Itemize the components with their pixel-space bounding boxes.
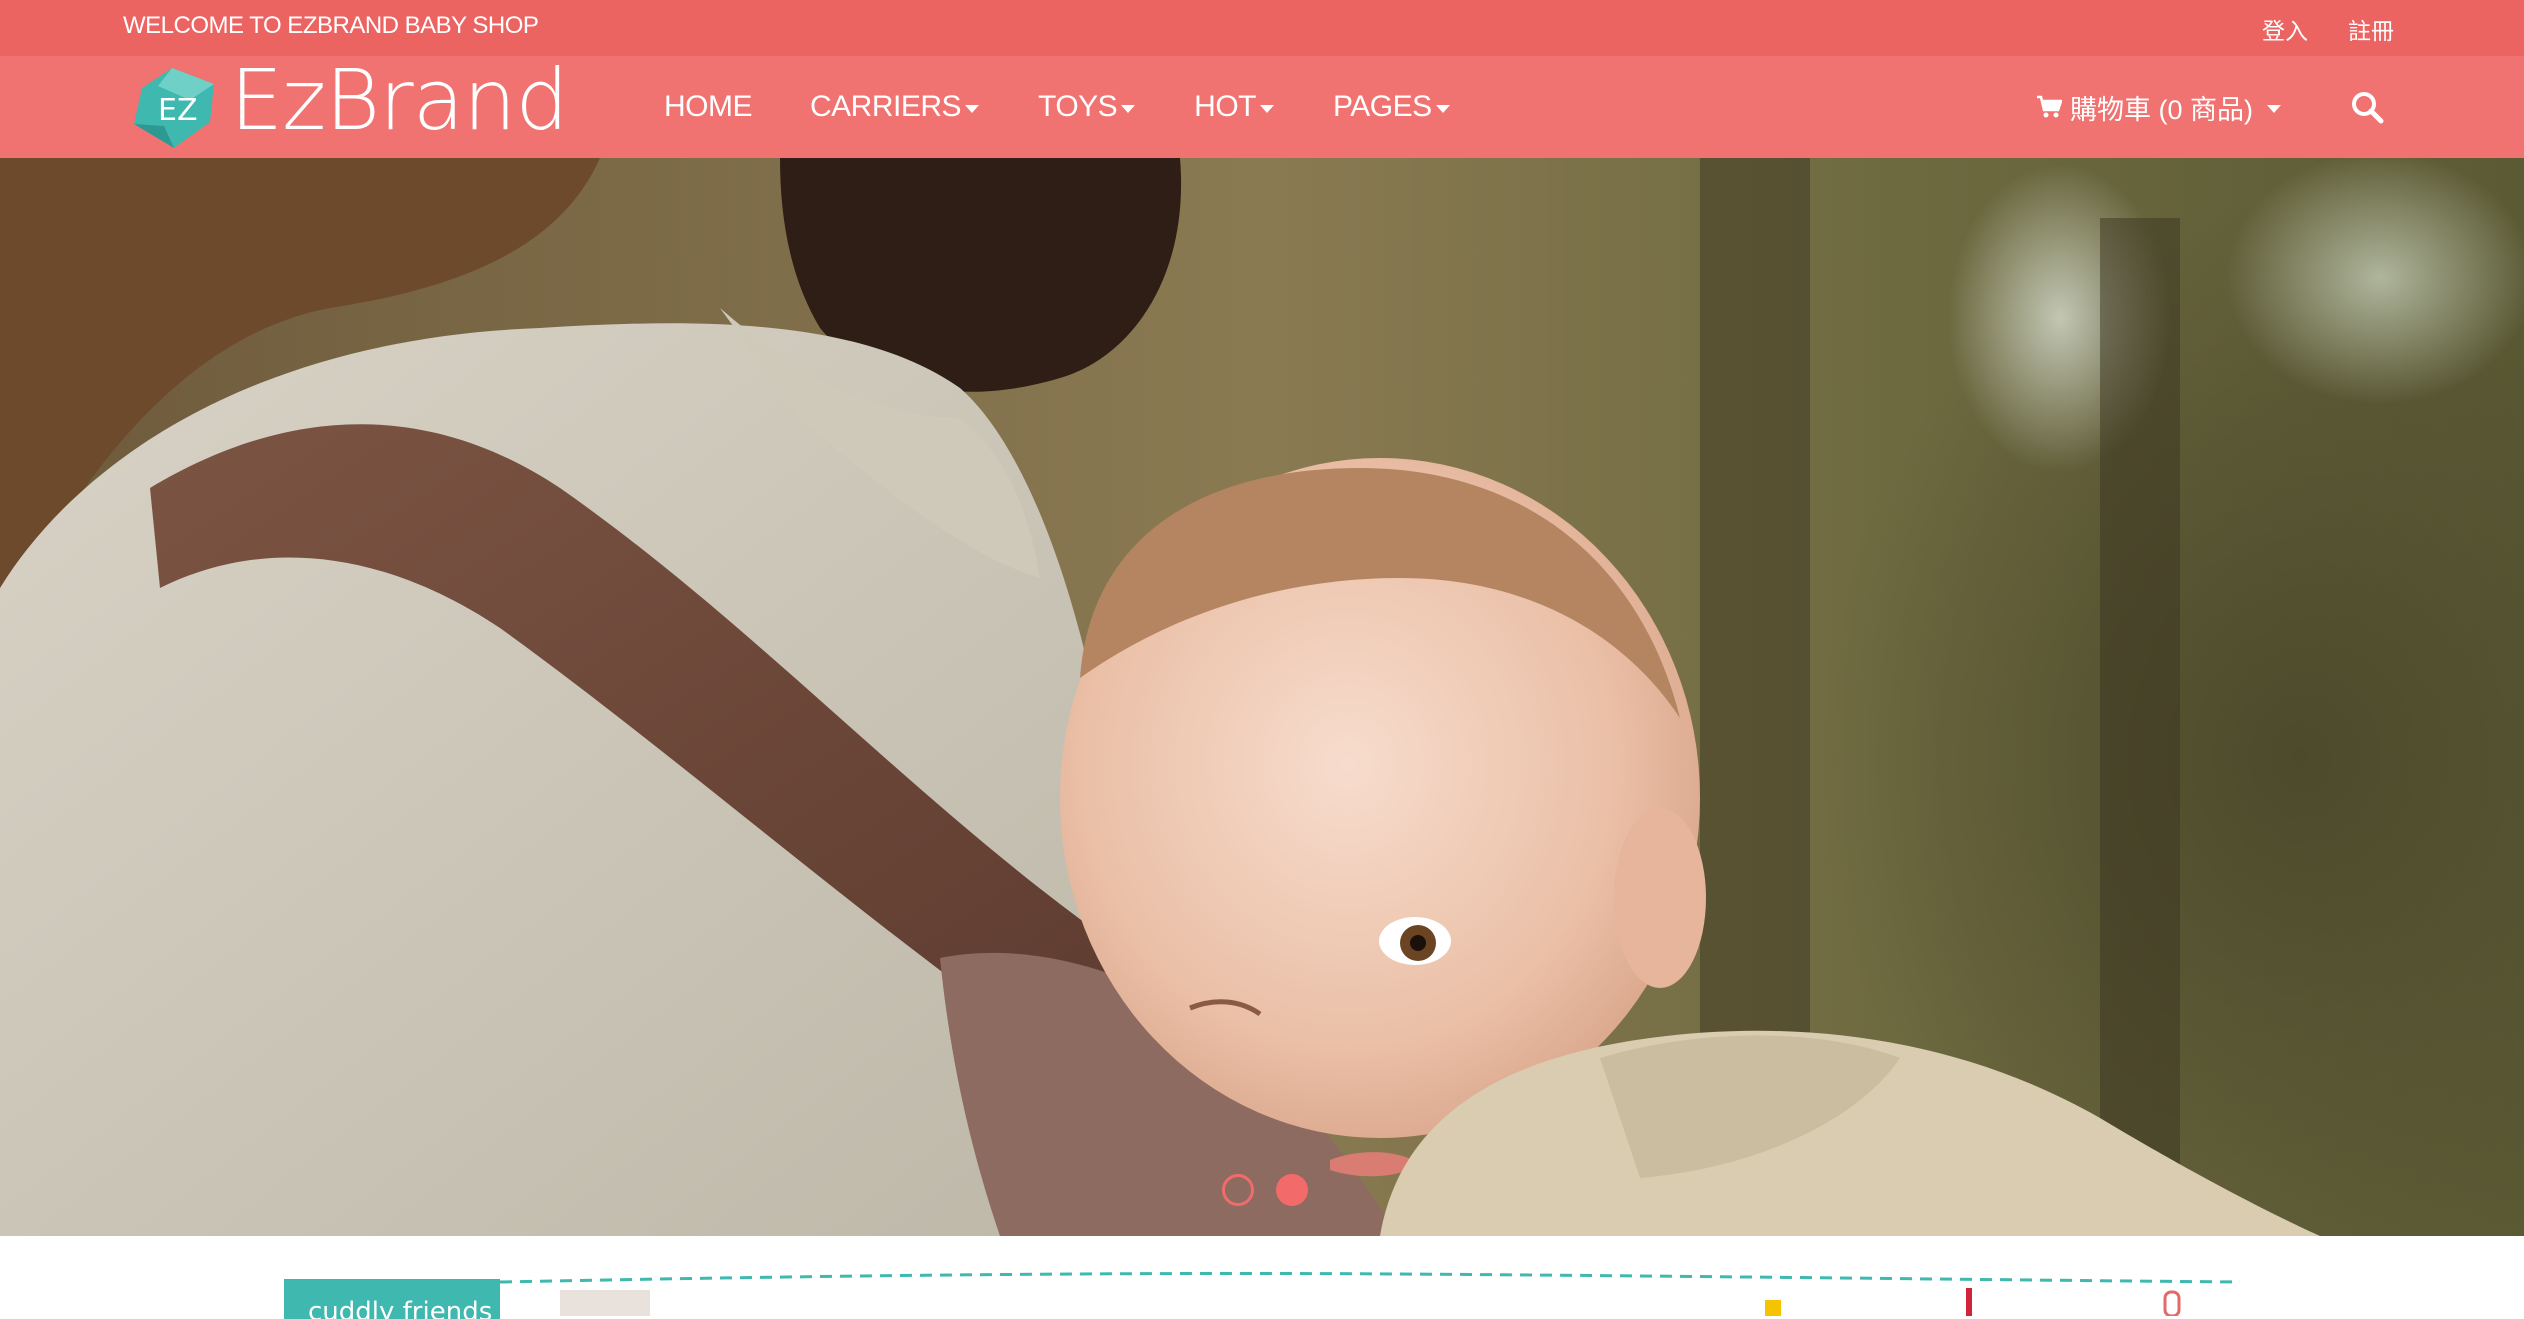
menu-hot-label: HOT <box>1194 90 1256 123</box>
hero-slider[interactable] <box>0 158 2524 1236</box>
register-link[interactable]: 註冊 <box>2348 12 2394 46</box>
slider-dot-2[interactable] <box>1276 1174 1308 1206</box>
welcome-text: WELCOME TO EZBRAND BABY SHOP <box>123 12 539 39</box>
menu-home-label: HOME <box>664 90 753 123</box>
caret-down-icon <box>965 105 980 113</box>
login-link[interactable]: 登入 <box>2262 12 2308 46</box>
brand-logo[interactable]: EZ EzBrand <box>128 51 569 158</box>
section-tag: cuddly friends <box>284 1279 500 1319</box>
search-icon[interactable] <box>2348 88 2386 126</box>
cart-dropdown[interactable]: 購物車 (0 商品) <box>2036 56 2282 158</box>
brand-name: EzBrand <box>230 51 569 149</box>
shopping-cart-icon <box>2037 95 2062 118</box>
menu-carriers-label: CARRIERS <box>810 90 962 123</box>
menu-pages-label: PAGES <box>1333 90 1432 123</box>
slider-pagination <box>1222 1174 1308 1206</box>
menu-hot[interactable]: HOT <box>1194 90 1274 124</box>
caret-down-icon <box>1435 105 1450 113</box>
main-navbar: EZ EzBrand HOME CARRIERS TOYS HOT PAGES <box>0 51 2524 158</box>
account-links: 登入 註冊 <box>2262 12 2394 46</box>
menu-pages[interactable]: PAGES <box>1333 90 1450 124</box>
menu-home[interactable]: HOME <box>664 90 753 124</box>
cart-label: 購物車 (0 商品) <box>2070 94 2254 125</box>
logo-mark-text: EZ <box>158 93 198 128</box>
menu-toys[interactable]: TOYS <box>1038 90 1136 124</box>
caret-down-icon <box>1260 105 1274 113</box>
logo-tag-icon: EZ <box>134 68 214 148</box>
caret-down-icon <box>1121 105 1136 113</box>
menu-toys-label: TOYS <box>1038 90 1118 123</box>
decorative-clothesline <box>500 1271 2240 1316</box>
caret-down-icon <box>2267 105 2282 113</box>
top-bar: WELCOME TO EZBRAND BABY SHOP 登入 註冊 <box>0 0 2524 56</box>
hero-image <box>0 158 2320 1236</box>
slider-dot-1[interactable] <box>1222 1174 1254 1206</box>
menu-carriers[interactable]: CARRIERS <box>810 90 980 124</box>
main-menu: HOME CARRIERS TOYS HOT PAGES <box>664 56 1450 158</box>
